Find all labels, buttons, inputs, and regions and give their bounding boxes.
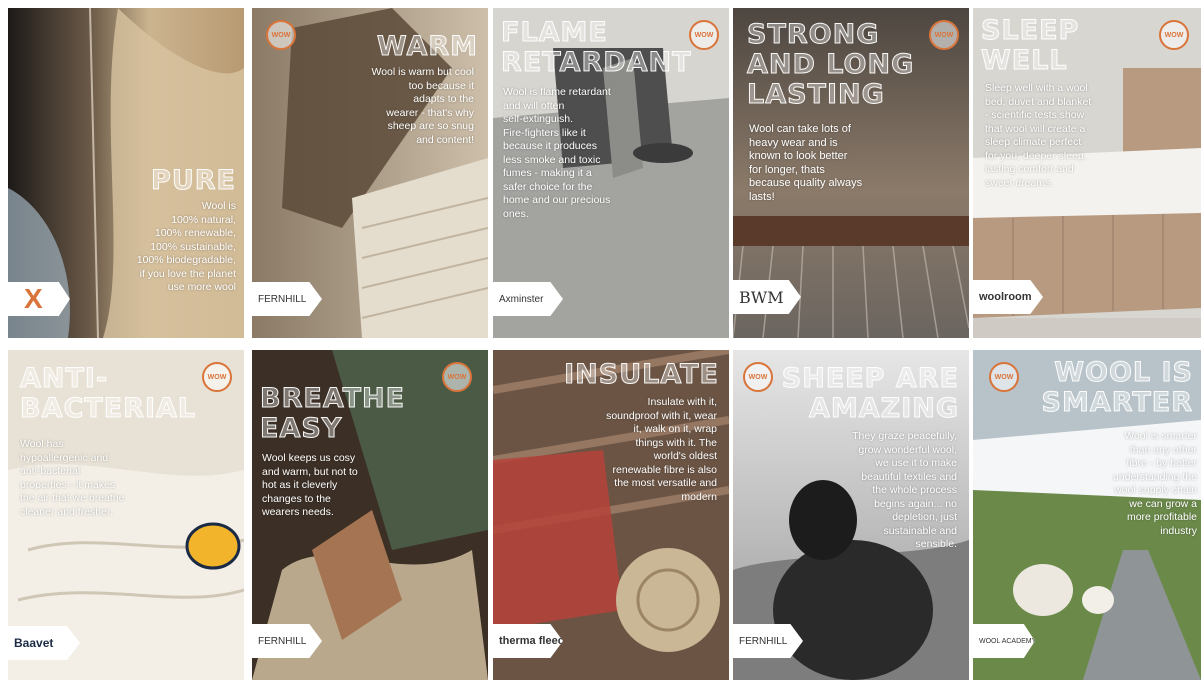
brand-logo[interactable]: Axminster <box>493 282 563 316</box>
poster-text: They graze peacefully, grow wonderful wo… <box>852 430 957 550</box>
brand-logo[interactable]: FERNHILL <box>733 624 803 658</box>
wow-badge: WOW <box>266 20 296 50</box>
poster-text: Wool can take lots of heavy wear and is … <box>749 123 863 203</box>
poster-text: Wool is smarter than any other fibre - b… <box>1112 430 1197 537</box>
brand-logo[interactable]: BWM <box>733 280 801 314</box>
brand-logo[interactable]: X <box>8 282 70 316</box>
poster-text: Insulate with it, soundproof with it, we… <box>606 396 717 503</box>
poster-text: Wool is warm but cool too because it ada… <box>371 66 474 146</box>
wow-badge: WOW <box>1159 20 1189 50</box>
wow-badge: WOW <box>689 20 719 50</box>
poster-text: Wool keeps us cosy and warm, but not to … <box>262 452 358 518</box>
poster-insulate[interactable]: INSULATE Insulate with it, soundproof wi… <box>493 350 729 680</box>
poster-title: WOOL IS SMARTER <box>1041 357 1193 418</box>
brand-logo[interactable]: FERNHILL <box>252 624 322 658</box>
poster-warm[interactable]: WOW WARM Wool is warm but cool too becau… <box>252 8 488 338</box>
wow-badge: WOW <box>989 362 1019 392</box>
poster-anti-bacterial[interactable]: WOW ANTI- BACTERIAL Wool has hypoallerge… <box>8 350 244 680</box>
poster-text: Wool is 100% natural, 100% renewable, 10… <box>136 200 236 293</box>
poster-text: Wool is flame retardant and will often s… <box>503 86 611 220</box>
poster-title: PURE <box>151 165 236 196</box>
wow-badge: WOW <box>929 20 959 50</box>
poster-wool-is-smarter[interactable]: WOW WOOL IS SMARTER Wool is smarter than… <box>973 350 1201 680</box>
brand-logo[interactable]: woolroom <box>973 280 1043 314</box>
poster-title: SHEEP ARE AMAZING <box>781 363 959 424</box>
wow-badge: WOW <box>743 362 773 392</box>
poster-sheep-are-amazing[interactable]: WOW SHEEP ARE AMAZING They graze peacefu… <box>733 350 969 680</box>
poster-title: INSULATE <box>564 359 719 390</box>
poster-title: BREATHE EASY <box>259 383 406 444</box>
brand-logo[interactable]: FERNHILL <box>252 282 322 316</box>
poster-title: STRONG AND LONG LASTING <box>746 19 915 110</box>
poster-title: SLEEP WELL <box>980 15 1080 76</box>
poster-title: ANTI- BACTERIAL <box>19 363 197 424</box>
poster-strong-and-long-lasting[interactable]: WOW STRONG AND LONG LASTING Wool can tak… <box>733 8 969 338</box>
poster-pure[interactable]: PURE Wool is 100% natural, 100% renewabl… <box>8 8 244 338</box>
poster-title: WARM <box>376 31 478 62</box>
brand-logo[interactable]: therma fleece. <box>493 624 563 658</box>
poster-text: Sleep well with a wool bed, duvet and bl… <box>985 82 1092 189</box>
wow-badge: WOW <box>442 362 472 392</box>
poster-breathe-easy[interactable]: WOW BREATHE EASY Wool keeps us cosy and … <box>252 350 488 680</box>
poster-sleep-well[interactable]: WOW SLEEP WELL Sleep well with a wool be… <box>973 8 1201 338</box>
wow-badge: WOW <box>202 362 232 392</box>
poster-flame-retardant[interactable]: WOW FLAME RETARDANT Wool is flame retard… <box>493 8 729 338</box>
brand-logo[interactable]: WOOL ACADEMY <box>973 624 1035 658</box>
brand-logo[interactable]: Baavet <box>8 626 80 660</box>
poster-title: FLAME RETARDANT <box>501 17 692 78</box>
poster-text: Wool has hypoallergenic and anti-bacteri… <box>20 438 125 518</box>
